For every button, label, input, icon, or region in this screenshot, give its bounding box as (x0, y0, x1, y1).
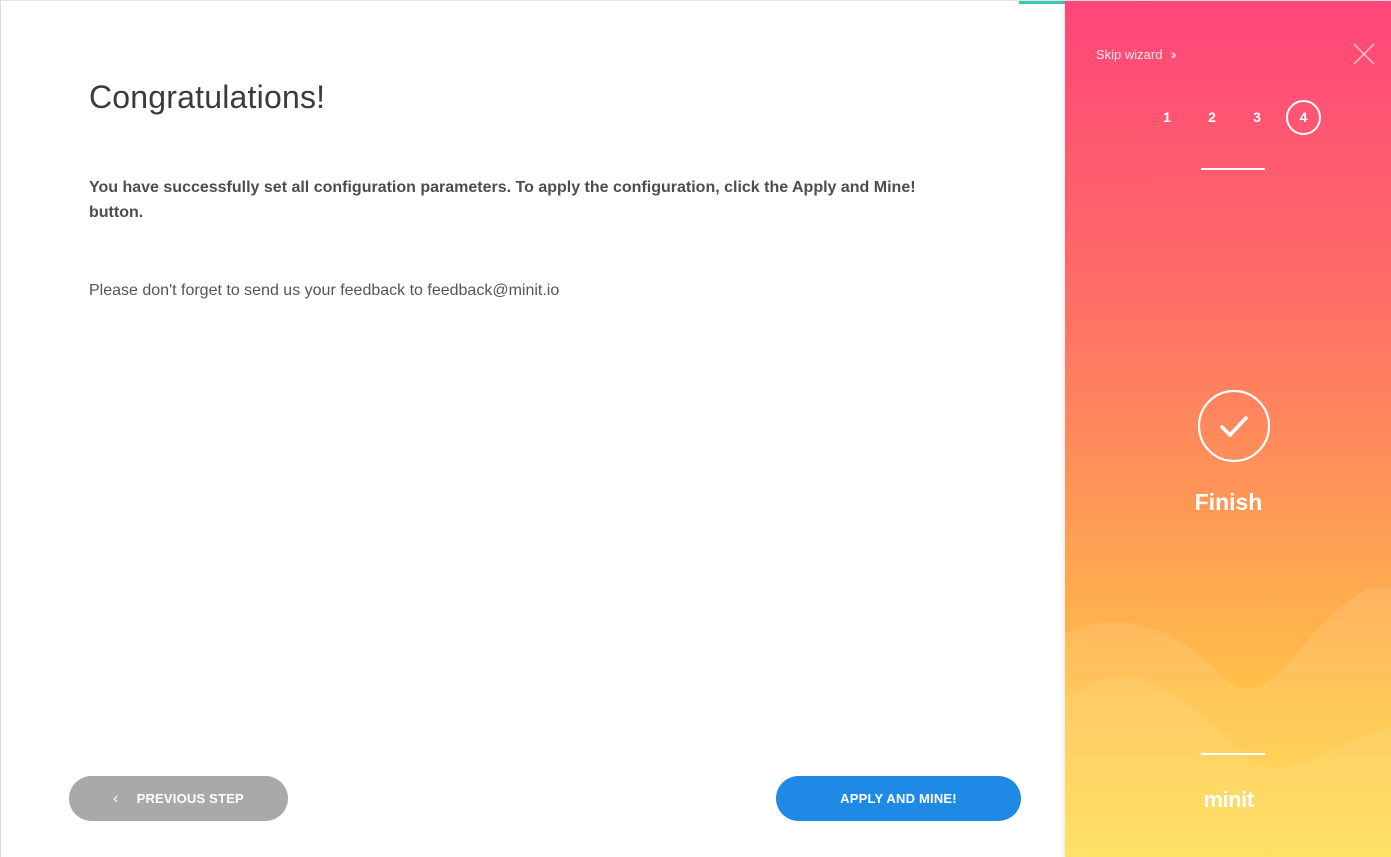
finish-label: Finish (1194, 489, 1263, 515)
wizard-window: Congratulations! You have successfully s… (0, 0, 1391, 857)
step-2[interactable]: 2 (1196, 99, 1228, 135)
feedback-note: Please don't forget to send us your feed… (89, 282, 560, 299)
minit-logo: minit (1203, 787, 1254, 812)
step-4-active[interactable]: 4 (1286, 99, 1321, 135)
step-divider (1201, 168, 1265, 170)
main-panel: Congratulations! You have successfully s… (1, 1, 1065, 857)
page-title: Congratulations! (89, 79, 326, 115)
check-circle-icon (1197, 389, 1271, 463)
previous-step-label: PREVIOUS STEP (136, 791, 244, 806)
double-chevron-right-icon: ›› (1170, 46, 1177, 62)
decorative-wave (1065, 588, 1391, 857)
chevron-left-icon: ‹ (113, 789, 119, 807)
previous-step-button[interactable]: ‹ PREVIOUS STEP (69, 776, 288, 821)
step-indicator: 1 2 3 4 (1151, 99, 1321, 135)
close-icon[interactable] (1351, 41, 1377, 67)
apply-and-mine-button[interactable]: APPLY AND MINE! (776, 776, 1021, 821)
logo-divider (1201, 753, 1265, 755)
step-3[interactable]: 3 (1241, 99, 1273, 135)
success-message: You have successfully set all configurat… (89, 179, 916, 221)
skip-wizard-link[interactable]: Skip wizard ›› (1096, 46, 1177, 62)
wizard-sidebar: Skip wizard ›› 1 2 3 4 Finish minit (1065, 1, 1391, 857)
skip-wizard-label: Skip wizard (1096, 46, 1163, 62)
step-1[interactable]: 1 (1151, 99, 1183, 135)
apply-and-mine-label: APPLY AND MINE! (840, 791, 957, 806)
